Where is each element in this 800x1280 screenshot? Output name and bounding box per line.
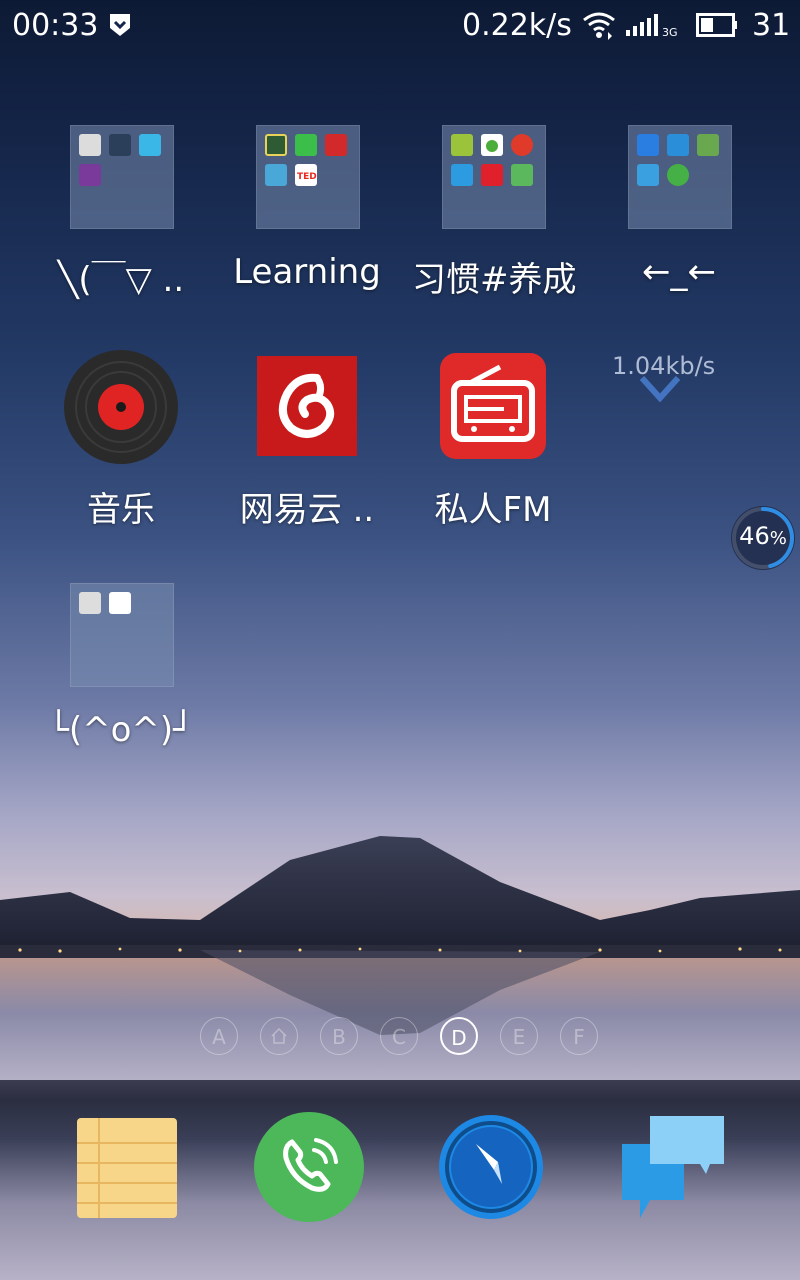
app-black-icon <box>79 134 101 156</box>
page-dot-e[interactable]: E <box>500 1017 538 1055</box>
green-field-icon <box>451 134 473 156</box>
folder-habits[interactable] <box>442 125 546 229</box>
messages-icon[interactable] <box>622 1116 726 1220</box>
folder-arrows[interactable] <box>628 125 732 229</box>
blue-app-icon <box>265 164 287 186</box>
app-label-netease: 网易云 .. <box>239 490 375 530</box>
page-dot-f[interactable]: F <box>560 1017 598 1055</box>
key-app-icon <box>667 164 689 186</box>
folder-label-habits: 习惯#养成 <box>412 260 577 300</box>
home-icon <box>271 1027 287 1044</box>
todoist-icon <box>511 134 533 156</box>
vinyl-record-icon[interactable] <box>62 348 180 466</box>
radio-icon[interactable] <box>440 353 546 459</box>
folder-label-arrows: ←_← <box>642 252 716 292</box>
status-bar: 00:33 0.22k/s 3G 31 <box>0 0 800 52</box>
youku-icon <box>109 592 131 614</box>
wifi-icon <box>583 12 615 40</box>
battery-level: 31 <box>752 8 791 43</box>
page-dot-a[interactable]: A <box>200 1017 238 1055</box>
page-dot-d[interactable]: D <box>440 1017 478 1055</box>
folder-happy[interactable] <box>70 583 174 687</box>
kindle-icon <box>109 134 131 156</box>
anchor-app-icon <box>667 134 689 156</box>
drop-app-icon <box>481 134 503 156</box>
folder-emoticon[interactable] <box>70 125 174 229</box>
memory-percent: 46% <box>739 522 787 550</box>
notes-icon[interactable] <box>77 1118 177 1218</box>
one-icon <box>139 134 161 156</box>
globe-app-icon <box>697 134 719 156</box>
svg-text:3G: 3G <box>662 26 678 39</box>
folder-label-happy: └(^o^)┘ <box>48 710 194 750</box>
green-app-icon <box>295 134 317 156</box>
page-dot-b[interactable]: B <box>320 1017 358 1055</box>
chevron-down-icon <box>640 376 680 402</box>
check-app-icon <box>451 164 473 186</box>
shield-app-icon <box>637 134 659 156</box>
es-file-icon <box>637 164 659 186</box>
status-time: 00:33 <box>12 8 99 43</box>
app-label-music: 音乐 <box>87 490 155 530</box>
phone-icon[interactable] <box>254 1112 364 1222</box>
ted-icon: TED <box>295 164 317 186</box>
shield-icon <box>110 14 130 36</box>
browser-compass-icon[interactable] <box>436 1112 546 1222</box>
netease-cloud-music-icon[interactable] <box>257 356 357 456</box>
folder-label-emoticon: ╲(￣▽ .. <box>57 260 185 300</box>
red-app-icon <box>325 134 347 156</box>
onenote-icon <box>79 164 101 186</box>
evernote-icon <box>511 164 533 186</box>
page-indicators: A B C D E F <box>198 1017 602 1057</box>
battery-icon <box>696 13 737 37</box>
network-speed: 0.22k/s <box>462 8 572 43</box>
page-dot-home[interactable] <box>260 1017 298 1055</box>
cartoon-app-icon <box>79 592 101 614</box>
coursera-icon <box>265 134 287 156</box>
folder-label-learning: Learning <box>233 252 381 292</box>
app-label-private-fm: 私人FM <box>434 490 552 530</box>
folder-learning[interactable]: TED <box>256 125 360 229</box>
calendar-app-icon <box>481 164 503 186</box>
svg-text:TED: TED <box>297 172 317 182</box>
signal-3g-icon: 3G <box>626 14 678 39</box>
page-dot-c[interactable]: C <box>380 1017 418 1055</box>
